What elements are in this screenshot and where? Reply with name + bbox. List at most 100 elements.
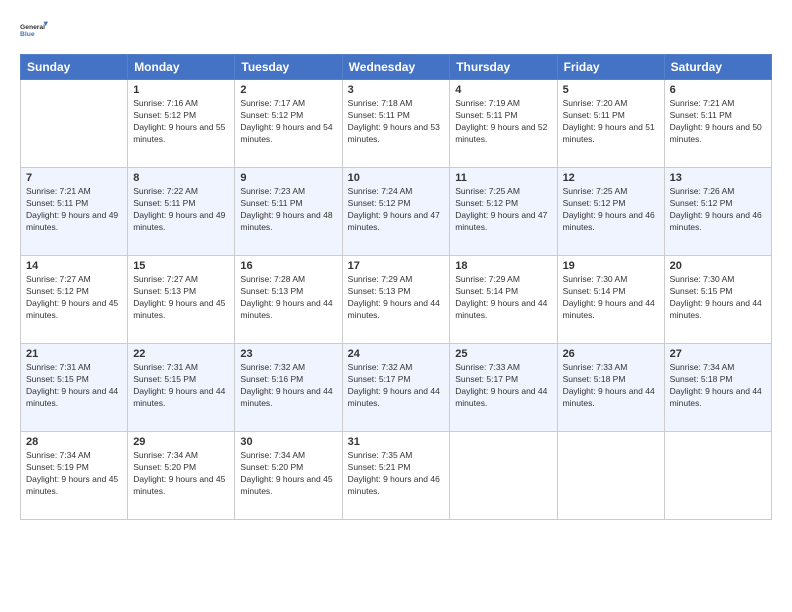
calendar-table: SundayMondayTuesdayWednesdayThursdayFrid… <box>20 54 772 520</box>
calendar-week-row: 14 Sunrise: 7:27 AMSunset: 5:12 PMDayligh… <box>21 256 772 344</box>
calendar-cell: 16 Sunrise: 7:28 AMSunset: 5:13 PMDayligh… <box>235 256 342 344</box>
day-info: Sunrise: 7:30 AMSunset: 5:15 PMDaylight:… <box>670 274 766 322</box>
calendar-cell: 7 Sunrise: 7:21 AMSunset: 5:11 PMDaylight… <box>21 168 128 256</box>
day-info: Sunrise: 7:33 AMSunset: 5:18 PMDaylight:… <box>563 362 659 410</box>
day-info: Sunrise: 7:34 AMSunset: 5:19 PMDaylight:… <box>26 450 122 498</box>
calendar-cell: 29 Sunrise: 7:34 AMSunset: 5:20 PMDayligh… <box>128 432 235 520</box>
day-number: 28 <box>26 436 122 448</box>
calendar-cell: 24Sunrise: 7:32 AMSunset: 5:17 PMDayligh… <box>342 344 450 432</box>
day-info: Sunrise: 7:21 AMSunset: 5:11 PMDaylight:… <box>670 98 766 146</box>
day-info: Sunrise: 7:32 AMSunset: 5:17 PMDaylight:… <box>348 362 445 410</box>
calendar-cell: 3 Sunrise: 7:18 AMSunset: 5:11 PMDaylight… <box>342 80 450 168</box>
calendar-cell: 5 Sunrise: 7:20 AMSunset: 5:11 PMDaylight… <box>557 80 664 168</box>
calendar-cell: 1Sunrise: 7:16 AMSunset: 5:12 PMDaylight… <box>128 80 235 168</box>
day-number: 16 <box>240 260 336 272</box>
calendar-cell: 14 Sunrise: 7:27 AMSunset: 5:12 PMDayligh… <box>21 256 128 344</box>
calendar-header-sunday: Sunday <box>21 55 128 80</box>
day-info: Sunrise: 7:31 AMSunset: 5:15 PMDaylight:… <box>133 362 229 410</box>
day-info: Sunrise: 7:20 AMSunset: 5:11 PMDaylight:… <box>563 98 659 146</box>
page: GeneralBlue SundayMondayTuesdayWednesday… <box>0 0 792 612</box>
day-number: 12 <box>563 172 659 184</box>
calendar-cell: 12 Sunrise: 7:25 AMSunset: 5:12 PMDayligh… <box>557 168 664 256</box>
day-number: 11 <box>455 172 551 184</box>
day-info: Sunrise: 7:34 AMSunset: 5:20 PMDaylight:… <box>240 450 336 498</box>
calendar-cell <box>450 432 557 520</box>
calendar-cell: 10 Sunrise: 7:24 AMSunset: 5:12 PMDayligh… <box>342 168 450 256</box>
calendar-cell: 19 Sunrise: 7:30 AMSunset: 5:14 PMDayligh… <box>557 256 664 344</box>
day-info: Sunrise: 7:18 AMSunset: 5:11 PMDaylight:… <box>348 98 445 146</box>
calendar-header-friday: Friday <box>557 55 664 80</box>
calendar-cell: 21Sunrise: 7:31 AMSunset: 5:15 PMDayligh… <box>21 344 128 432</box>
calendar-header-monday: Monday <box>128 55 235 80</box>
day-info: Sunrise: 7:31 AMSunset: 5:15 PMDaylight:… <box>26 362 122 410</box>
day-info: Sunrise: 7:29 AMSunset: 5:13 PMDaylight:… <box>348 274 445 322</box>
day-number: 1 <box>133 84 229 96</box>
day-number: 5 <box>563 84 659 96</box>
day-number: 9 <box>240 172 336 184</box>
day-number: 3 <box>348 84 445 96</box>
calendar-header-wednesday: Wednesday <box>342 55 450 80</box>
calendar-cell: 26 Sunrise: 7:33 AMSunset: 5:18 PMDayligh… <box>557 344 664 432</box>
day-info: Sunrise: 7:17 AMSunset: 5:12 PMDaylight:… <box>240 98 336 146</box>
svg-text:General: General <box>20 24 45 31</box>
day-number: 6 <box>670 84 766 96</box>
calendar-week-row: 21Sunrise: 7:31 AMSunset: 5:15 PMDayligh… <box>21 344 772 432</box>
logo-icon: GeneralBlue <box>20 16 48 44</box>
day-info: Sunrise: 7:27 AMSunset: 5:12 PMDaylight:… <box>26 274 122 322</box>
calendar-header-thursday: Thursday <box>450 55 557 80</box>
day-number: 8 <box>133 172 229 184</box>
day-number: 30 <box>240 436 336 448</box>
calendar-cell: 8 Sunrise: 7:22 AMSunset: 5:11 PMDaylight… <box>128 168 235 256</box>
day-number: 20 <box>670 260 766 272</box>
day-number: 31 <box>348 436 445 448</box>
calendar-week-row: 1Sunrise: 7:16 AMSunset: 5:12 PMDaylight… <box>21 80 772 168</box>
calendar-cell: 11 Sunrise: 7:25 AMSunset: 5:12 PMDayligh… <box>450 168 557 256</box>
day-number: 22 <box>133 348 229 360</box>
day-number: 19 <box>563 260 659 272</box>
day-info: Sunrise: 7:25 AMSunset: 5:12 PMDaylight:… <box>563 186 659 234</box>
logo: GeneralBlue <box>20 16 52 44</box>
day-number: 13 <box>670 172 766 184</box>
day-number: 26 <box>563 348 659 360</box>
day-info: Sunrise: 7:29 AMSunset: 5:14 PMDaylight:… <box>455 274 551 322</box>
day-info: Sunrise: 7:26 AMSunset: 5:12 PMDaylight:… <box>670 186 766 234</box>
calendar-cell: 27 Sunrise: 7:34 AMSunset: 5:18 PMDayligh… <box>664 344 771 432</box>
day-number: 17 <box>348 260 445 272</box>
day-number: 4 <box>455 84 551 96</box>
day-number: 29 <box>133 436 229 448</box>
calendar-cell: 18Sunrise: 7:29 AMSunset: 5:14 PMDayligh… <box>450 256 557 344</box>
header: GeneralBlue <box>20 16 772 44</box>
day-info: Sunrise: 7:34 AMSunset: 5:18 PMDaylight:… <box>670 362 766 410</box>
calendar-cell: 25Sunrise: 7:33 AMSunset: 5:17 PMDayligh… <box>450 344 557 432</box>
calendar-cell <box>21 80 128 168</box>
calendar-cell: 30 Sunrise: 7:34 AMSunset: 5:20 PMDayligh… <box>235 432 342 520</box>
calendar-cell: 15Sunrise: 7:27 AMSunset: 5:13 PMDayligh… <box>128 256 235 344</box>
day-info: Sunrise: 7:34 AMSunset: 5:20 PMDaylight:… <box>133 450 229 498</box>
day-info: Sunrise: 7:19 AMSunset: 5:11 PMDaylight:… <box>455 98 551 146</box>
calendar-header-tuesday: Tuesday <box>235 55 342 80</box>
day-info: Sunrise: 7:21 AMSunset: 5:11 PMDaylight:… <box>26 186 122 234</box>
day-number: 7 <box>26 172 122 184</box>
day-info: Sunrise: 7:22 AMSunset: 5:11 PMDaylight:… <box>133 186 229 234</box>
calendar-cell: 2 Sunrise: 7:17 AMSunset: 5:12 PMDaylight… <box>235 80 342 168</box>
day-info: Sunrise: 7:24 AMSunset: 5:12 PMDaylight:… <box>348 186 445 234</box>
calendar-header-saturday: Saturday <box>664 55 771 80</box>
day-number: 14 <box>26 260 122 272</box>
day-info: Sunrise: 7:28 AMSunset: 5:13 PMDaylight:… <box>240 274 336 322</box>
calendar-cell: 9 Sunrise: 7:23 AMSunset: 5:11 PMDaylight… <box>235 168 342 256</box>
calendar-cell: 22 Sunrise: 7:31 AMSunset: 5:15 PMDayligh… <box>128 344 235 432</box>
day-info: Sunrise: 7:32 AMSunset: 5:16 PMDaylight:… <box>240 362 336 410</box>
calendar-week-row: 7 Sunrise: 7:21 AMSunset: 5:11 PMDaylight… <box>21 168 772 256</box>
svg-text:Blue: Blue <box>20 31 35 38</box>
day-number: 25 <box>455 348 551 360</box>
day-number: 10 <box>348 172 445 184</box>
day-info: Sunrise: 7:23 AMSunset: 5:11 PMDaylight:… <box>240 186 336 234</box>
day-number: 27 <box>670 348 766 360</box>
day-info: Sunrise: 7:25 AMSunset: 5:12 PMDaylight:… <box>455 186 551 234</box>
calendar-cell: 6 Sunrise: 7:21 AMSunset: 5:11 PMDaylight… <box>664 80 771 168</box>
day-number: 2 <box>240 84 336 96</box>
calendar-cell: 20 Sunrise: 7:30 AMSunset: 5:15 PMDayligh… <box>664 256 771 344</box>
day-info: Sunrise: 7:30 AMSunset: 5:14 PMDaylight:… <box>563 274 659 322</box>
calendar-cell <box>557 432 664 520</box>
calendar-cell: 17 Sunrise: 7:29 AMSunset: 5:13 PMDayligh… <box>342 256 450 344</box>
